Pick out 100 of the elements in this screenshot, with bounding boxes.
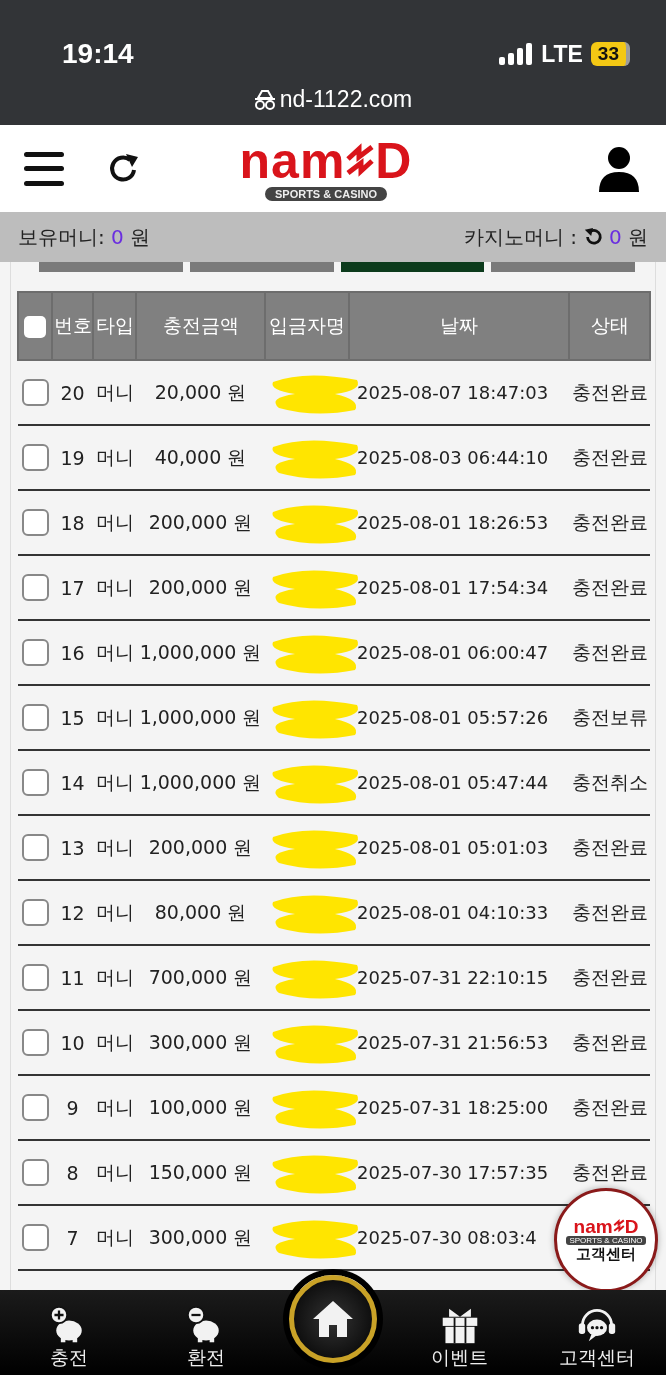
table-cell: 2025-08-01 05:01:03 <box>357 837 549 858</box>
checkbox[interactable] <box>21 704 49 731</box>
table-cell: 충전완료 <box>571 575 648 598</box>
table-cell: 80,000 원 <box>154 900 247 923</box>
table-cell: 19 <box>60 446 85 469</box>
table-cell: 700,000 원 <box>148 965 253 988</box>
table-cell: 2025-08-01 04:10:33 <box>357 902 549 923</box>
table-cell: 머니 <box>95 1225 134 1248</box>
signal-icon <box>499 43 534 65</box>
table-cell: 2025-07-31 18:25:00 <box>357 1097 549 1118</box>
nav-item[interactable]: 충전 <box>13 1305 124 1371</box>
table-cell: 충전완료 <box>571 640 648 663</box>
table-cell: 머니 <box>95 380 134 403</box>
table-cell: 17 <box>60 576 85 599</box>
table-cell: 충전완료 <box>571 1095 648 1118</box>
table-cell: 20,000 원 <box>154 380 247 403</box>
table-cell: 충전보류 <box>571 705 648 728</box>
zigzag-icon <box>612 1218 625 1234</box>
table-cell: 머니 <box>95 1030 134 1053</box>
table-cell: 충전완료 <box>571 965 648 988</box>
incognito-icon <box>253 88 276 111</box>
table-cell: 충전완료 <box>571 1030 648 1053</box>
table-cell: 충전완료 <box>571 380 648 403</box>
table-cell: 40,000 원 <box>154 445 247 468</box>
table-cell: 충전완료 <box>571 1160 648 1183</box>
checkbox[interactable] <box>21 1029 49 1056</box>
table-cell: 9 <box>66 1096 79 1119</box>
checkbox[interactable] <box>21 639 49 666</box>
checkbox[interactable] <box>21 444 49 471</box>
table-cell: 머니 <box>95 770 134 793</box>
table-cell: 20 <box>60 381 85 404</box>
table-cell: 2025-08-01 18:26:53 <box>357 512 549 533</box>
table-cell: 10 <box>60 1031 85 1054</box>
table-cell: 300,000 원 <box>148 1225 253 1248</box>
table-cell: 충전완료 <box>571 445 648 468</box>
column-header: 입금자명 <box>269 314 345 336</box>
clock-time: 19:14 <box>62 38 134 70</box>
url-text[interactable]: nd-1122.com <box>279 86 413 113</box>
table-cell: 충전취소 <box>571 770 648 793</box>
logo-text: nam <box>239 136 346 186</box>
refresh-icon[interactable] <box>108 152 140 185</box>
user-icon[interactable] <box>598 145 640 192</box>
table-cell: 100,000 원 <box>148 1095 253 1118</box>
table-cell: 1,000,000 원 <box>139 770 262 793</box>
column-header: 타입 <box>95 314 134 336</box>
table-cell: 머니 <box>95 835 134 858</box>
casino-money-value: 0 원 <box>608 223 648 251</box>
table-cell: 2025-07-31 21:56:53 <box>357 1032 549 1053</box>
table-cell: 충전완료 <box>571 835 648 858</box>
checkbox[interactable] <box>21 379 49 406</box>
table-cell: 충전완료 <box>571 900 648 923</box>
table-cell: 15 <box>60 706 85 729</box>
menu-icon[interactable] <box>24 151 64 186</box>
checkbox[interactable] <box>21 769 49 796</box>
logo-text: D <box>375 136 413 186</box>
column-header: 번호 <box>53 314 92 336</box>
network-type: LTE <box>541 40 583 68</box>
home-icon <box>311 1299 355 1339</box>
nav-item[interactable]: 이벤트 <box>404 1305 515 1371</box>
table-cell: 머니 <box>95 640 134 663</box>
nav-item[interactable]: 고객센터 <box>542 1305 653 1371</box>
table-cell: 머니 <box>95 510 134 533</box>
casino-money-label: 카지노머니 : <box>463 223 577 251</box>
table-cell: 충전완료 <box>571 510 648 533</box>
table-cell: 2025-07-30 17:57:35 <box>357 1162 549 1183</box>
checkbox[interactable] <box>24 315 46 338</box>
table-cell: 12 <box>60 901 85 924</box>
table-cell: 13 <box>60 836 85 859</box>
table-cell: 11 <box>60 966 85 989</box>
checkbox[interactable] <box>21 1094 49 1121</box>
table-cell: 200,000 원 <box>148 510 253 533</box>
checkbox[interactable] <box>21 834 49 861</box>
table-cell: 8 <box>66 1161 79 1184</box>
table-cell: 1,000,000 원 <box>139 640 262 663</box>
column-header: 충전금액 <box>162 314 239 336</box>
checkbox[interactable] <box>21 574 49 601</box>
table-cell: 머니 <box>95 705 134 728</box>
money-balance: 보유머니: 0 원 <box>18 223 151 251</box>
column-header: 날짜 <box>440 314 478 336</box>
checkbox[interactable] <box>21 964 49 991</box>
checkbox[interactable] <box>21 509 49 536</box>
table-cell: 2025-08-07 18:47:03 <box>357 382 549 403</box>
table-cell: 머니 <box>95 445 134 468</box>
checkbox[interactable] <box>21 899 49 926</box>
table-cell: 7 <box>66 1226 79 1249</box>
table-cell: 2025-08-01 06:00:47 <box>357 642 549 663</box>
checkbox[interactable] <box>21 1224 49 1251</box>
table-cell: 2025-07-30 08:03:4 <box>357 1227 537 1248</box>
table-cell: 2025-08-03 06:44:10 <box>357 447 549 468</box>
table-cell: 2025-08-01 05:57:26 <box>357 707 549 728</box>
table-cell: 머니 <box>95 1095 134 1118</box>
table-cell: 머니 <box>95 1160 134 1183</box>
checkbox[interactable] <box>21 1159 49 1186</box>
logo-tagline: SPORTS & CASINO <box>264 187 388 201</box>
nav-item[interactable]: 환전 <box>151 1305 262 1371</box>
battery-level: 33 <box>590 42 630 66</box>
column-header: 상태 <box>590 314 629 336</box>
table-cell: 머니 <box>95 965 134 988</box>
table-cell: 16 <box>60 641 85 664</box>
table-cell: 18 <box>60 511 85 534</box>
